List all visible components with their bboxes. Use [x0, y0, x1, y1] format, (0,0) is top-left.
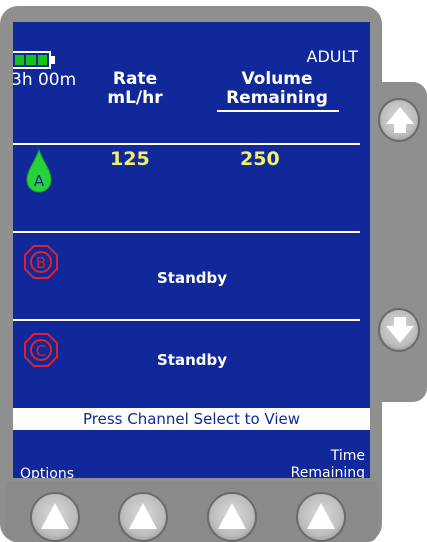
softkey-4-button[interactable]: [296, 492, 346, 542]
svg-text:C: C: [36, 342, 46, 360]
channel-a-volume: 250: [240, 148, 280, 170]
droplet-icon: A: [26, 148, 52, 193]
battery-icon: [13, 51, 51, 69]
softkey-label-time-remaining: Time Remaining: [291, 448, 365, 478]
channel-c-status: Standby: [156, 351, 228, 369]
up-arrow-icon: [386, 107, 414, 133]
channel-b-status: Standby: [156, 269, 228, 287]
triangle-up-icon: [218, 503, 246, 529]
rate-header-label: Rate: [112, 69, 158, 89]
svg-text:B: B: [36, 254, 46, 272]
battery-terminal: [51, 56, 55, 64]
volume-header-label: Volume: [241, 69, 313, 89]
rate-header-unit: mL/hr: [107, 88, 163, 108]
patient-mode: ADULT: [306, 47, 358, 66]
triangle-up-icon: [129, 503, 157, 529]
up-arrow-button[interactable]: [378, 98, 420, 142]
down-arrow-icon: [386, 317, 414, 343]
svg-text:A: A: [34, 172, 45, 190]
status-message: Press Channel Select to View: [13, 408, 370, 430]
channel-a-rate: 125: [110, 148, 150, 170]
octagon-stop-icon: B: [24, 245, 58, 279]
volume-header-underline: [217, 110, 339, 112]
channel-divider-ab: [13, 231, 360, 233]
softkey-label-remaining: Remaining: [290, 465, 365, 478]
softkey-label-time: Time: [330, 448, 365, 464]
softkey-1-button[interactable]: [30, 492, 80, 542]
rate-header: Rate mL/hr: [100, 70, 170, 108]
softkey-label-options: Options: [20, 466, 75, 478]
octagon-stop-icon: C: [24, 333, 58, 367]
triangle-up-icon: [41, 503, 69, 529]
volume-header: Volume Remaining: [207, 70, 347, 108]
channel-divider-bc: [13, 319, 360, 321]
header-divider: [13, 143, 360, 145]
down-arrow-button[interactable]: [378, 308, 420, 352]
triangle-up-icon: [307, 503, 335, 529]
volume-header-sublabel: Remaining: [226, 88, 328, 108]
battery-time-remaining: 3h 00m: [13, 70, 77, 90]
softkey-3-button[interactable]: [207, 492, 257, 542]
softkey-2-button[interactable]: [118, 492, 168, 542]
